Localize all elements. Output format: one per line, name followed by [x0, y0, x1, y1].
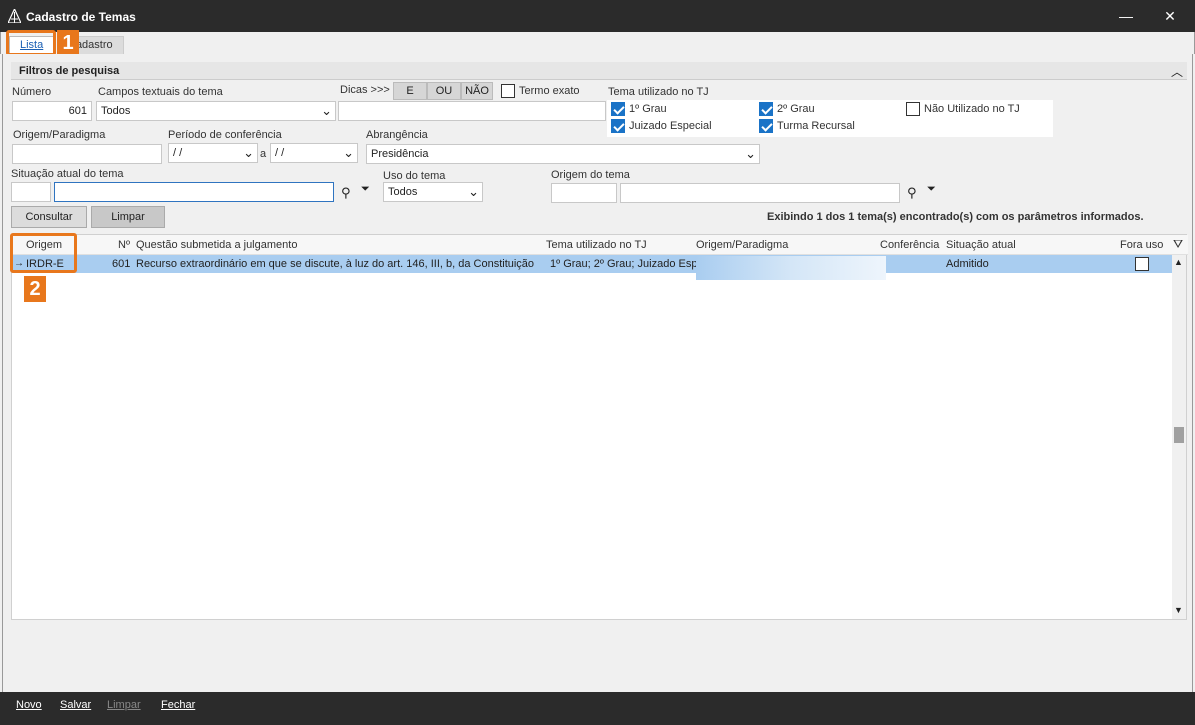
col-questao[interactable]: Questão submetida a julgamento	[136, 239, 297, 251]
grau1-label: 1º Grau	[629, 103, 667, 115]
origem-tema-label: Origem do tema	[551, 169, 630, 181]
title-bar: Cadastro de Temas — ✕	[0, 0, 1195, 32]
juizado-label: Juizado Especial	[629, 120, 712, 132]
scroll-down-icon[interactable]: ▼	[1174, 605, 1183, 615]
uso-value: Todos	[388, 186, 418, 198]
window-title: Cadastro de Temas	[26, 10, 136, 24]
numero-label: Número	[12, 86, 52, 98]
tema-tj-group: 1º Grau 2º Grau Não Utilizado no TJ Juiz…	[607, 100, 1053, 137]
filter-icon[interactable]: ⛛	[1173, 237, 1183, 252]
turma-label: Turma Recursal	[777, 120, 855, 132]
chevron-down-icon: ⌄	[468, 184, 479, 199]
periodo-label: Período de conferência	[168, 129, 282, 141]
uso-label: Uso do tema	[383, 170, 446, 182]
campos-select[interactable]: Todos ⌄	[96, 101, 336, 121]
results-grid: Origem Nº Questão submetida a julgamento…	[11, 234, 1188, 620]
origem-tema-input[interactable]	[620, 183, 900, 203]
search-icon[interactable]: ⚲	[907, 185, 917, 201]
juizado-checkbox[interactable]	[611, 119, 625, 133]
periodo-to-input[interactable]: / / ⌄	[270, 143, 358, 163]
limpar-button[interactable]: Limpar	[91, 206, 165, 228]
chevron-down-icon: ⌄	[243, 145, 254, 160]
campos-value: Todos	[101, 105, 131, 117]
salvar-button[interactable]: Salvar	[60, 699, 91, 711]
vertical-scrollbar[interactable]: ▲ ▼	[1172, 255, 1186, 619]
periodo-separator: a	[260, 148, 267, 160]
grid-header: Origem Nº Questão submetida a julgamento…	[12, 235, 1188, 255]
abrangencia-value: Presidência	[371, 148, 429, 160]
dicas-label: Dicas >>>	[340, 84, 390, 96]
tab-strip: Cadastro Lista	[0, 32, 1195, 54]
numero-input[interactable]: 601	[12, 101, 92, 121]
campos-label: Campos textuais do tema	[98, 86, 223, 98]
highlight-lista-tab	[6, 30, 56, 56]
periodo-from-value: / /	[173, 147, 183, 159]
situacao-code-input[interactable]	[11, 182, 51, 202]
dica-ou-button[interactable]: OU	[427, 82, 461, 100]
main-panel: Filtros de pesquisa ︿ Número 601 Campos …	[2, 54, 1193, 692]
uso-select[interactable]: Todos ⌄	[383, 182, 483, 202]
cell-numero: 601	[112, 258, 131, 270]
col-tema-tj[interactable]: Tema utilizado no TJ	[546, 239, 647, 251]
col-conferencia[interactable]: Conferência	[880, 239, 939, 251]
termo-exato-checkbox[interactable]	[501, 84, 515, 98]
grau1-checkbox[interactable]	[611, 102, 625, 116]
result-count-text: Exibindo 1 dos 1 tema(s) encontrado(s) c…	[767, 211, 1144, 223]
termo-exato-label: Termo exato	[519, 85, 580, 97]
dica-e-button[interactable]: E	[393, 82, 427, 100]
grau2-label: 2º Grau	[777, 103, 815, 115]
dica-nao-button[interactable]: NÃO	[461, 82, 493, 100]
nao-utilizado-checkbox[interactable]	[906, 102, 920, 116]
filters-header[interactable]: Filtros de pesquisa ︿	[11, 62, 1187, 80]
search-icon[interactable]: ⚲	[341, 185, 351, 201]
table-row[interactable]: → IRDR-E 601 Recurso extraordinário em q…	[12, 255, 1172, 280]
grau2-checkbox[interactable]	[759, 102, 773, 116]
highlight-origem-column	[10, 233, 77, 273]
tema-tj-label: Tema utilizado no TJ	[608, 86, 709, 98]
cell-tema-tj: 1º Grau; 2º Grau; Juizado Esp	[550, 258, 696, 270]
cell-situacao: Admitido	[946, 258, 989, 270]
turma-checkbox[interactable]	[759, 119, 773, 133]
collapse-chevron-icon[interactable]: ︿	[1171, 63, 1183, 80]
origem-paradigma-input[interactable]	[12, 144, 162, 164]
periodo-to-value: / /	[275, 147, 285, 159]
app-logo-icon	[8, 9, 21, 23]
chevron-down-icon: ⌄	[745, 146, 756, 161]
filters-title: Filtros de pesquisa	[19, 65, 120, 77]
cell-questao: Recurso extraordinário em que se discute…	[136, 258, 535, 270]
novo-button[interactable]: Novo	[16, 699, 42, 711]
redacted-origem-paradigma	[696, 256, 886, 280]
clear-filter-icon[interactable]: ⏷	[927, 183, 936, 196]
situacao-input[interactable]	[54, 182, 334, 202]
callout-2: 2	[24, 276, 46, 302]
abrangencia-label: Abrangência	[366, 129, 428, 141]
minimize-button[interactable]: —	[1103, 0, 1149, 32]
abrangencia-select[interactable]: Presidência ⌄	[366, 144, 760, 164]
footer-bar: Novo Salvar Limpar Fechar	[0, 692, 1195, 725]
origem-tema-code-input[interactable]	[551, 183, 617, 203]
fora-uso-checkbox[interactable]	[1135, 257, 1149, 271]
callout-1: 1	[57, 30, 79, 56]
close-button[interactable]: ✕	[1147, 0, 1193, 32]
dicas-input[interactable]	[338, 101, 606, 121]
consultar-button[interactable]: Consultar	[11, 206, 87, 228]
limpar-footer-button: Limpar	[107, 699, 141, 711]
fechar-button[interactable]: Fechar	[161, 699, 195, 711]
clear-filter-icon[interactable]: ⏷	[361, 183, 370, 196]
col-numero[interactable]: Nº	[118, 239, 130, 251]
col-origem-paradigma[interactable]: Origem/Paradigma	[696, 239, 788, 251]
chevron-down-icon: ⌄	[321, 103, 332, 118]
chevron-down-icon: ⌄	[343, 145, 354, 160]
situacao-label: Situação atual do tema	[11, 168, 124, 180]
col-fora-uso[interactable]: Fora uso	[1120, 239, 1163, 251]
scroll-up-icon[interactable]: ▲	[1174, 257, 1183, 267]
nao-utilizado-label: Não Utilizado no TJ	[924, 103, 1020, 115]
col-situacao[interactable]: Situação atual	[946, 239, 1016, 251]
scroll-thumb[interactable]	[1174, 427, 1184, 443]
periodo-from-input[interactable]: / / ⌄	[168, 143, 258, 163]
origem-paradigma-label: Origem/Paradigma	[13, 129, 106, 141]
